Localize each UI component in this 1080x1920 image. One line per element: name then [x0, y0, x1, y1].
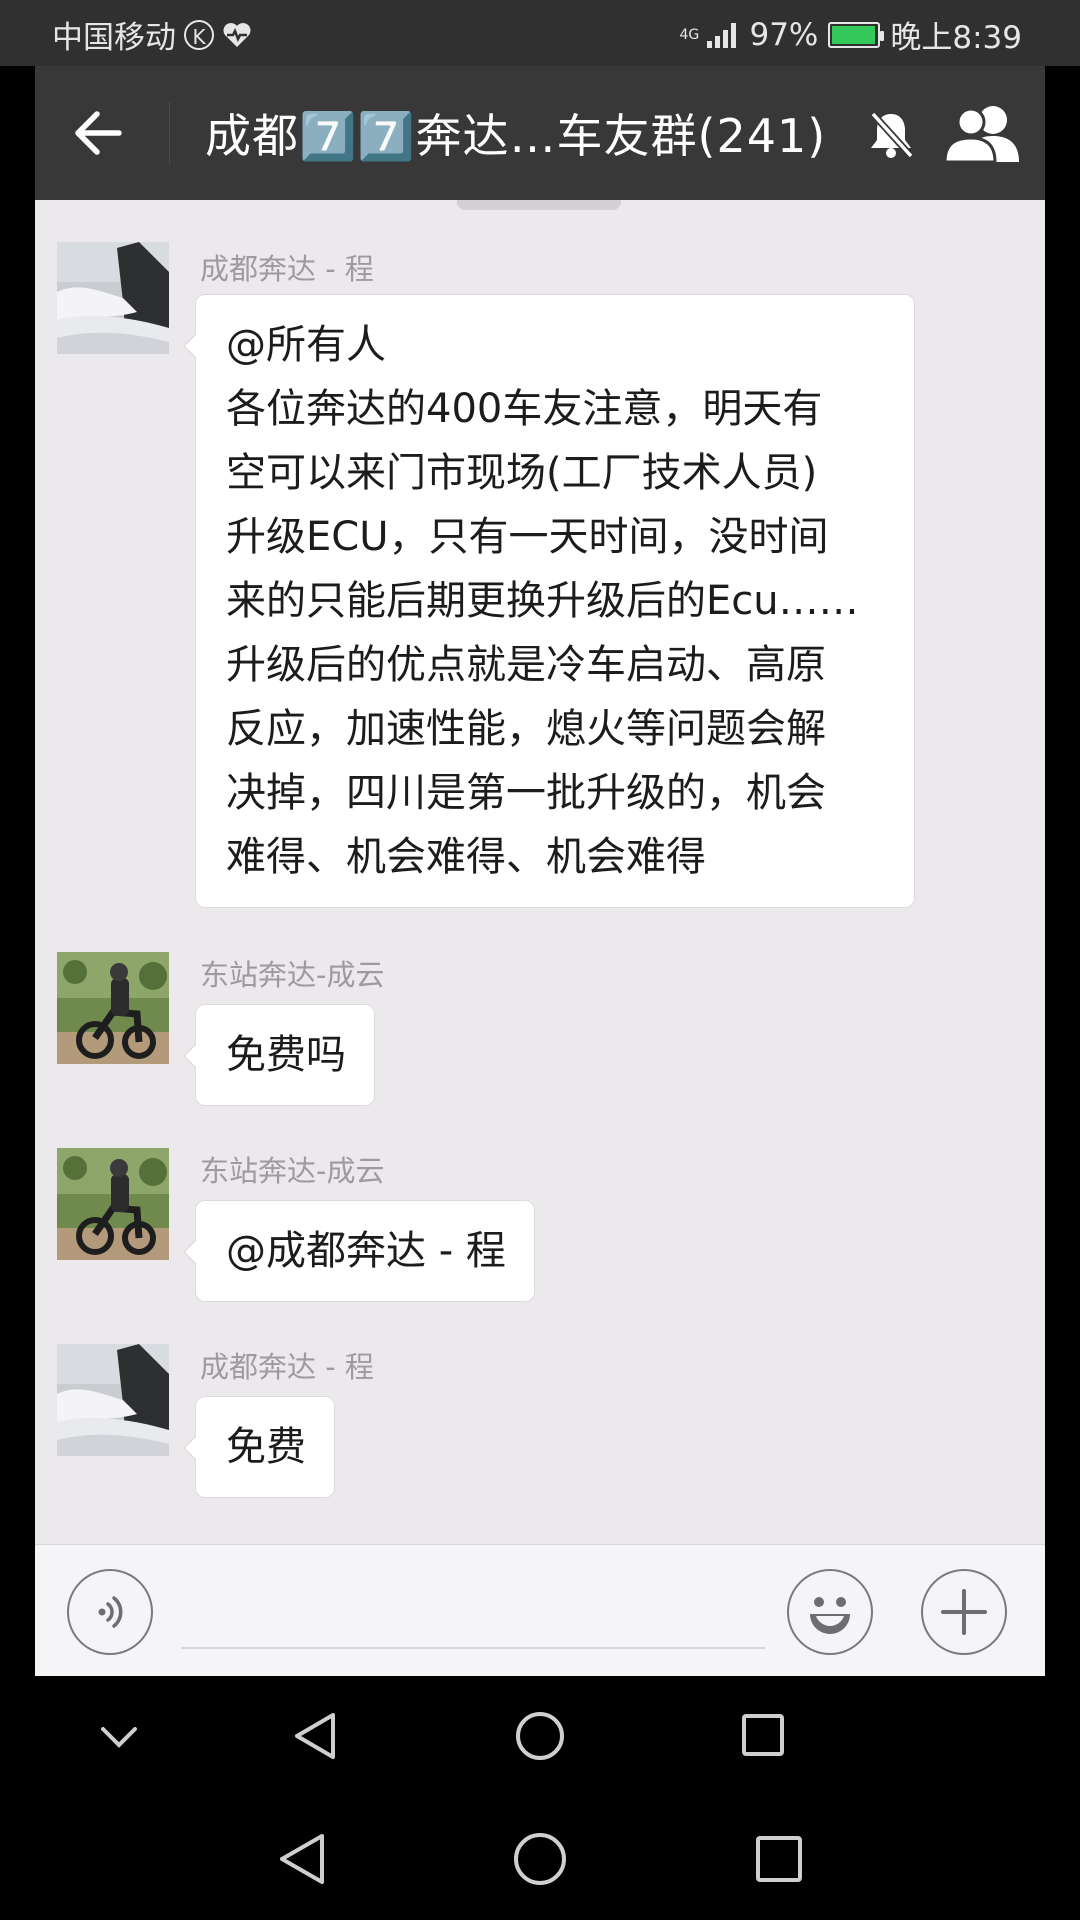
carrier-label: 中国移动: [52, 20, 176, 56]
avatar[interactable]: [57, 1344, 169, 1456]
message-bubble[interactable]: @所有人 各位奔达的400车友注意，明天有 空可以来门市现场(工厂技术人员) 升…: [183, 294, 915, 908]
message-line: 升级后的优点就是冷车启动、高原: [226, 642, 826, 688]
recents-nav-button[interactable]: [738, 1710, 788, 1760]
avatar[interactable]: [57, 1148, 169, 1260]
message-line: 来的只能后期更换升级后的Ecu……: [226, 578, 859, 624]
battery-icon: [828, 21, 885, 48]
message-bubble[interactable]: 免费吗: [183, 1004, 375, 1106]
emoji-button[interactable]: [787, 1569, 873, 1655]
back-nav-button[interactable]: [290, 1708, 340, 1764]
clock-time: 晚上8:39: [890, 20, 1022, 56]
message-input[interactable]: [181, 1575, 765, 1649]
pull-down-tab: [457, 200, 621, 210]
chevron-down-icon: [101, 1727, 137, 1748]
recents-nav-button[interactable]: [752, 1832, 806, 1886]
status-bar: 中国移动 K 4G 97% 晚上8:39: [0, 0, 1080, 66]
chat-title[interactable]: 成都7️⃣7️⃣奔达…车友群(241): [205, 100, 826, 166]
back-nav-button[interactable]: [274, 1830, 330, 1888]
k-app-icon: K: [184, 19, 214, 50]
plus-icon: [941, 1589, 987, 1635]
avatar[interactable]: [57, 242, 169, 354]
message-line: @成都奔达 - 程: [226, 1228, 506, 1274]
bell-off-icon: [863, 106, 919, 162]
signal-bars-icon: [707, 22, 737, 48]
smile-icon: [810, 1597, 850, 1634]
message-line: 难得、机会难得、机会难得: [226, 834, 706, 880]
sender-name: 东站奔达-成云: [200, 958, 385, 992]
heart-rate-icon: [223, 22, 251, 47]
group-icon: [943, 106, 1019, 164]
message-bubble[interactable]: @成都奔达 - 程: [183, 1200, 535, 1302]
voice-button[interactable]: [67, 1569, 153, 1655]
title-bar: 成都7️⃣7️⃣奔达…车友群(241): [35, 66, 1045, 200]
title-divider: [169, 102, 170, 164]
back-button[interactable]: [65, 102, 131, 164]
group-members-button[interactable]: [941, 102, 1027, 166]
chat-screen: 成都7️⃣7️⃣奔达…车友群(241) 成都奔达 - 程 @所有人 各位奔达的4…: [35, 66, 1045, 1676]
network-type-label: 4G: [679, 26, 700, 43]
home-circle-icon: [516, 1712, 564, 1760]
battery-percent: 97%: [749, 16, 819, 53]
sender-name: 东站奔达-成云: [200, 1154, 385, 1188]
phone-screen: 中国移动 K 4G 97% 晚上8:39 成都7️⃣7️⃣奔达…车友群(241)…: [0, 0, 1080, 1920]
message-line: 空可以来门市现场(工厂技术人员): [226, 450, 818, 496]
message-line: 各位奔达的400车友注意，明天有: [226, 386, 823, 432]
message-line: 免费: [226, 1424, 306, 1470]
recents-square-icon: [742, 1714, 784, 1756]
more-button[interactable]: [921, 1569, 1007, 1655]
collapse-nav-button[interactable]: [94, 1712, 144, 1762]
back-triangle-icon: [295, 1713, 335, 1759]
home-nav-button[interactable]: [512, 1708, 568, 1764]
sender-name: 成都奔达 - 程: [200, 252, 374, 286]
avatar[interactable]: [57, 952, 169, 1064]
home-nav-button[interactable]: [510, 1830, 570, 1888]
arrow-left-icon: [75, 111, 122, 155]
message-line: 升级ECU，只有一天时间，没时间: [226, 514, 829, 560]
sender-name: 成都奔达 - 程: [200, 1350, 374, 1384]
back-triangle-icon: [280, 1834, 324, 1884]
message-line: 免费吗: [226, 1032, 346, 1078]
voice-icon: [98, 1596, 123, 1628]
home-circle-icon: [514, 1833, 566, 1885]
input-bar: [35, 1544, 1045, 1676]
message-line: @所有人: [226, 322, 386, 368]
message-line: 反应，加速性能，熄火等问题会解: [226, 706, 826, 752]
message-bubble[interactable]: 免费: [183, 1396, 335, 1498]
message-line: 决掉，四川是第一批升级的，机会: [226, 770, 826, 816]
recents-square-icon: [756, 1836, 802, 1882]
